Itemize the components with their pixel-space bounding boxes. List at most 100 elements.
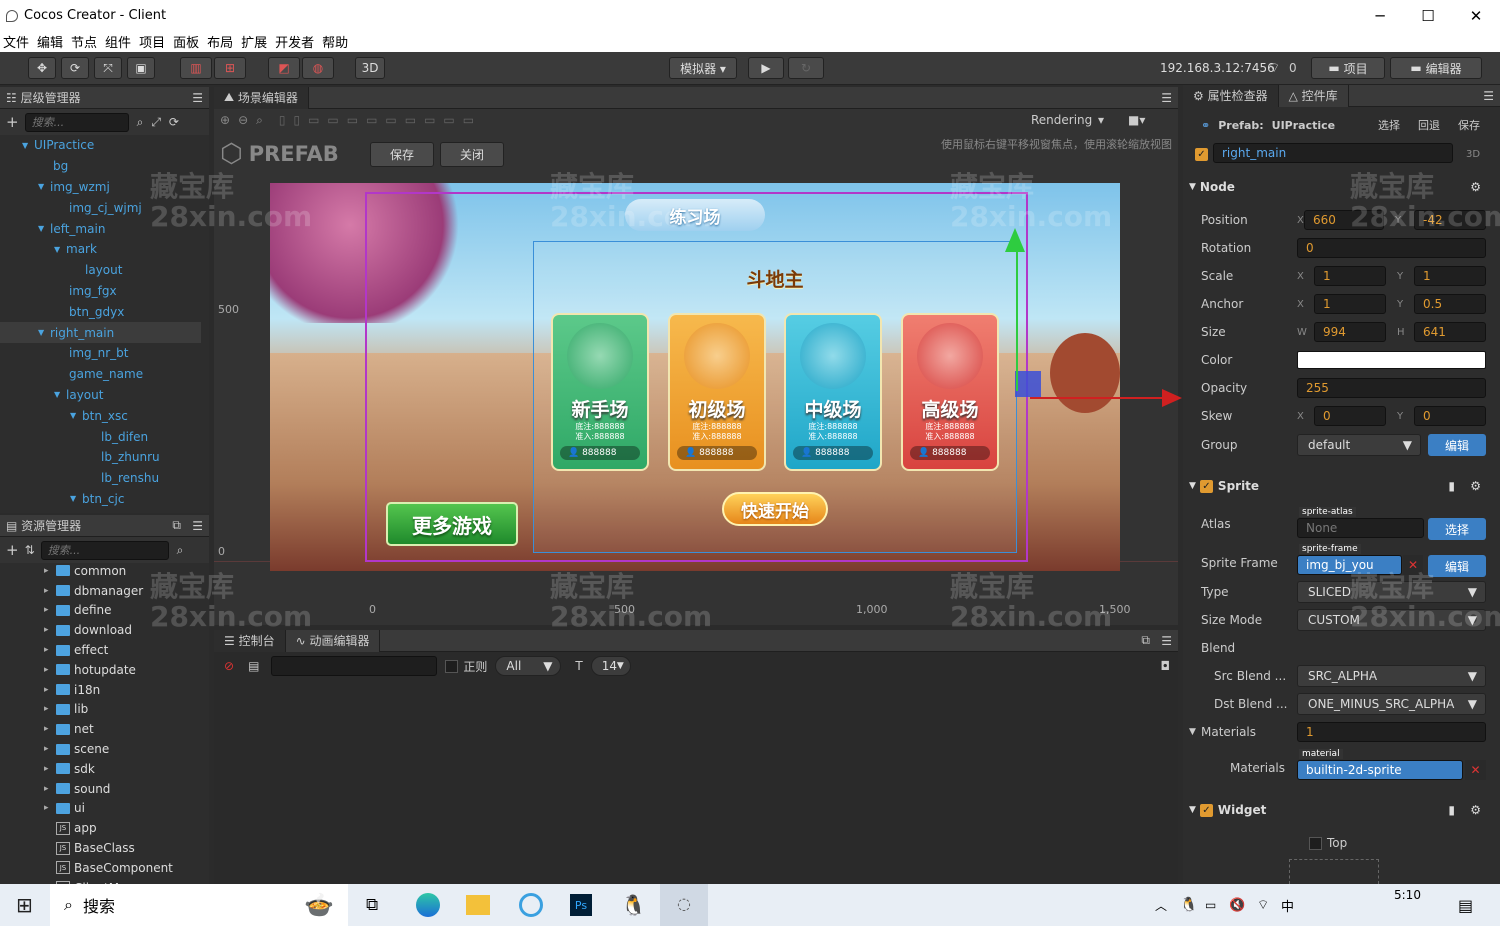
rotation-input[interactable]: 0 bbox=[1297, 238, 1486, 258]
type-select[interactable]: SLICED ▼ bbox=[1297, 581, 1486, 603]
skew-y-input[interactable]: 0 bbox=[1414, 406, 1486, 426]
notification-icon[interactable]: ▤ bbox=[1458, 896, 1473, 915]
task-view-icon[interactable]: ⧉ bbox=[366, 895, 378, 915]
more-games-button[interactable]: 更多游戏 bbox=[386, 502, 518, 546]
collapse-icon[interactable]: ◘ bbox=[1161, 659, 1171, 673]
node-active-checkbox[interactable]: ✓ bbox=[1195, 148, 1208, 161]
asset-item[interactable]: JS BaseComponent bbox=[44, 858, 201, 878]
hierarchy-node[interactable]: ▼ btn_xsc bbox=[0, 405, 201, 426]
scale-tool-icon[interactable]: ⤧ bbox=[94, 57, 122, 79]
tab-console[interactable]: ☰ 控制台 bbox=[214, 629, 286, 652]
asset-item[interactable]: ▸ lib bbox=[44, 700, 201, 720]
size-mode-select[interactable]: CUSTOM ▼ bbox=[1297, 609, 1486, 631]
add-node-icon[interactable]: + bbox=[6, 113, 19, 131]
hierarchy-node[interactable]: layout bbox=[0, 260, 201, 281]
toggle-3d-node[interactable]: 3D bbox=[1466, 149, 1480, 160]
menu-icon[interactable]: ☰ bbox=[1483, 89, 1494, 103]
menu-panel[interactable]: 面板 bbox=[173, 32, 199, 51]
src-blend-select[interactable]: SRC_ALPHA ▼ bbox=[1297, 665, 1486, 687]
hierarchy-node[interactable]: ▼ right_main bbox=[0, 322, 201, 343]
refresh-button[interactable]: ↻ bbox=[788, 57, 824, 79]
asset-item[interactable]: ▸ dbmanager bbox=[44, 581, 201, 601]
expand-arrow-icon[interactable]: ▸ bbox=[44, 704, 56, 714]
log-level-select[interactable]: All ▼ bbox=[495, 656, 562, 676]
sort-icon[interactable]: ⇅ bbox=[25, 543, 35, 557]
skew-x-input[interactable]: 0 bbox=[1314, 406, 1386, 426]
tab-widget-library[interactable]: △ 控件库 bbox=[1278, 84, 1349, 107]
y-axis-gizmo-arrow[interactable] bbox=[1005, 228, 1025, 252]
expand-arrow-icon[interactable]: ▸ bbox=[44, 605, 56, 615]
font-size-select[interactable]: 14 ▼ bbox=[590, 656, 631, 676]
hierarchy-node[interactable]: lb_zhunru bbox=[0, 447, 201, 468]
position-x-input[interactable]: 660 bbox=[1304, 210, 1384, 230]
hierarchy-node[interactable]: img_cj_wjmj bbox=[0, 197, 201, 218]
center-icon[interactable]: ⊞ bbox=[214, 57, 246, 79]
zoom-out-icon[interactable]: ⊖ bbox=[238, 113, 248, 127]
expand-arrow-icon[interactable]: ▸ bbox=[44, 744, 56, 754]
menu-layout[interactable]: 布局 bbox=[207, 32, 233, 51]
rotate-tool-icon[interactable]: ⟳ bbox=[61, 57, 89, 79]
expand-arrow-icon[interactable]: ▸ bbox=[44, 625, 56, 635]
menu-icon[interactable]: ☰ bbox=[1161, 634, 1172, 648]
menu-icon[interactable]: ☰ bbox=[1161, 91, 1172, 105]
asset-item[interactable]: ▸ download bbox=[44, 620, 201, 640]
feishu-icon[interactable] bbox=[519, 893, 543, 917]
tab-inspector[interactable]: ⚙ 属性检查器 bbox=[1183, 84, 1279, 107]
zoom-reset-icon[interactable]: ⌕ bbox=[256, 113, 263, 128]
edge-browser-icon[interactable] bbox=[416, 893, 440, 917]
move-tool-icon[interactable]: ✥ bbox=[28, 57, 56, 79]
search-icon[interactable]: ⌕ bbox=[137, 115, 144, 130]
color-swatch[interactable] bbox=[1297, 351, 1486, 369]
hierarchy-node[interactable]: img_nr_bt bbox=[0, 343, 201, 364]
widget-enabled-checkbox[interactable]: ✓ bbox=[1199, 803, 1213, 817]
expand-arrow-icon[interactable]: ▸ bbox=[44, 764, 56, 774]
expand-arrow-icon[interactable]: ▸ bbox=[44, 803, 56, 813]
room-card[interactable]: 新手场 底注:888888 准入:888888 👤 888888 bbox=[551, 313, 649, 471]
expand-arrow-icon[interactable]: ▼ bbox=[38, 182, 50, 191]
assets-search-input[interactable]: 搜索... bbox=[40, 540, 169, 560]
gear-icon[interactable]: ⚙ bbox=[1470, 803, 1481, 817]
asset-item[interactable]: JS BaseClass bbox=[44, 838, 201, 858]
menu-developer[interactable]: 开发者 bbox=[275, 32, 314, 51]
expand-arrow-icon[interactable]: ▼ bbox=[38, 224, 50, 233]
popout-icon[interactable]: ⧉ bbox=[172, 518, 181, 533]
atlas-select-button[interactable]: 选择 bbox=[1428, 518, 1486, 540]
widget-align-box[interactable] bbox=[1289, 859, 1379, 884]
hierarchy-node[interactable]: game_name bbox=[0, 364, 201, 385]
anchor-y-input[interactable]: 0.5 bbox=[1414, 294, 1486, 314]
book-icon[interactable]: ▮ bbox=[1448, 803, 1455, 817]
tab-animation-editor[interactable]: ∿ 动画编辑器 bbox=[285, 629, 381, 652]
hierarchy-search-input[interactable]: 搜索... bbox=[24, 112, 129, 132]
room-card[interactable]: 高级场 底注:888888 准入:888888 👤 888888 bbox=[901, 313, 999, 471]
network-icon[interactable]: ⌔ bbox=[1257, 897, 1269, 913]
sprite-frame-edit-button[interactable]: 编辑 bbox=[1428, 555, 1486, 577]
anchor-handle[interactable] bbox=[1015, 371, 1041, 397]
sprite-section-header[interactable]: ▼ ✓ Sprite ▮ ⚙ bbox=[1183, 474, 1493, 498]
pivot-icon[interactable]: ▥ bbox=[180, 57, 212, 79]
qq-icon[interactable]: 🐧 bbox=[621, 893, 646, 917]
material-field[interactable]: builtin-2d-sprite bbox=[1297, 760, 1463, 780]
hierarchy-node[interactable]: lb_difen bbox=[0, 426, 201, 447]
expand-arrow-icon[interactable]: ▼ bbox=[54, 245, 66, 254]
asset-item[interactable]: ▸ net bbox=[44, 719, 201, 739]
simulator-select[interactable]: 模拟器 ▾ bbox=[669, 57, 737, 79]
hierarchy-node[interactable]: ▼ img_wzmj bbox=[0, 177, 201, 198]
prefab-close-button[interactable]: 关闭 bbox=[440, 142, 504, 167]
add-asset-icon[interactable]: + bbox=[6, 541, 19, 559]
menu-project[interactable]: 项目 bbox=[139, 32, 165, 51]
hierarchy-node[interactable]: lb_renshu bbox=[0, 468, 201, 489]
menu-component[interactable]: 组件 bbox=[105, 32, 131, 51]
hierarchy-node[interactable]: ▼ btn_cjc bbox=[0, 489, 201, 510]
asset-item[interactable]: ▸ define bbox=[44, 601, 201, 621]
atlas-field[interactable]: None bbox=[1297, 518, 1424, 538]
clear-icon[interactable]: ⊘ bbox=[224, 659, 234, 673]
hierarchy-node[interactable]: ▼ mark bbox=[0, 239, 201, 260]
group-select[interactable]: default ▼ bbox=[1297, 434, 1421, 456]
volume-icon[interactable]: 🔇 bbox=[1229, 898, 1245, 913]
toggle-3d-button[interactable]: 3D bbox=[355, 57, 385, 79]
regex-checkbox[interactable] bbox=[445, 659, 459, 673]
menu-file[interactable]: 文件 bbox=[3, 32, 29, 51]
node-section-header[interactable]: ▼ Node ⚙ bbox=[1183, 175, 1493, 199]
minimize-button[interactable]: ─ bbox=[1356, 0, 1404, 31]
asset-item[interactable]: ▸ effect bbox=[44, 640, 201, 660]
